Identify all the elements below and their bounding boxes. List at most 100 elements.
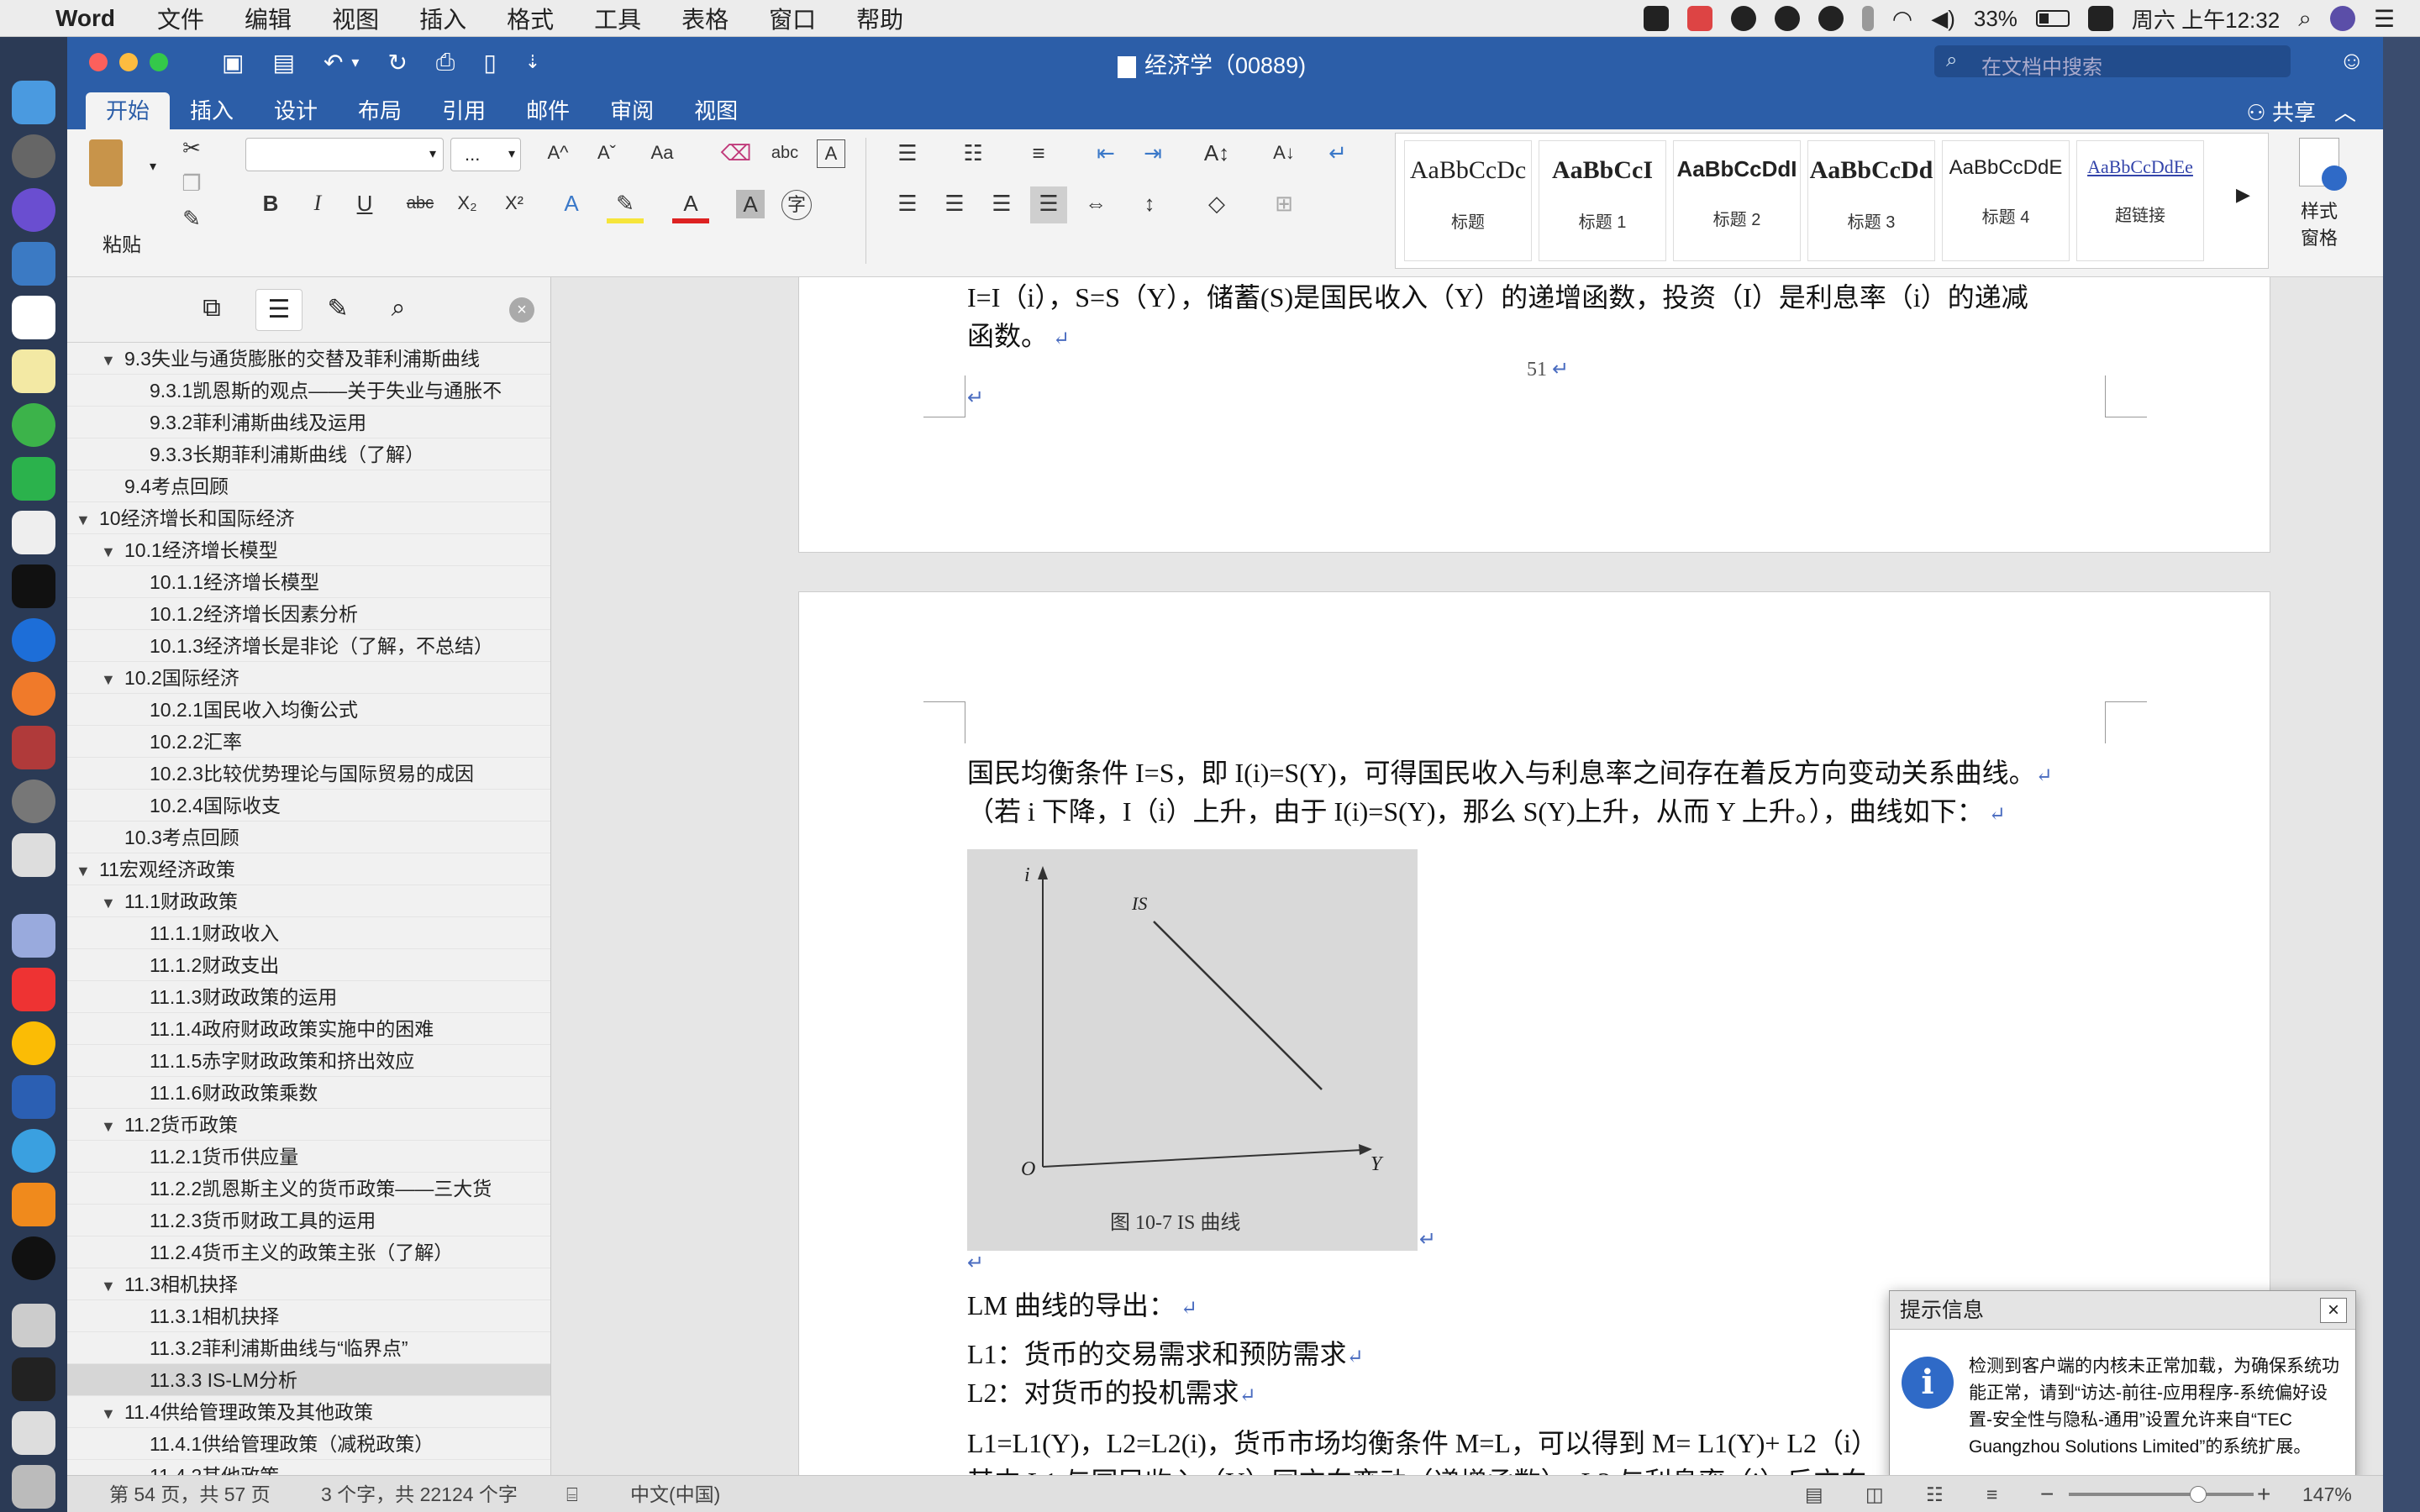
search-pane-icon[interactable]: ⌕ [381,294,415,328]
outline-item[interactable]: ▼ 11.1财政政策 [67,885,550,917]
vectorworks-icon[interactable] [1643,6,1669,31]
finder-icon[interactable] [12,81,55,124]
highlight-color-icon[interactable]: ✎ [607,186,644,223]
outline-item[interactable]: ▼ 10.1经济增长模型 [67,534,550,566]
wps-icon[interactable] [12,968,55,1011]
outline-item[interactable]: ▼ 11.4供给管理政策及其他政策 [67,1396,550,1428]
justify-button[interactable]: ☰ [1030,186,1067,223]
print-layout-icon[interactable]: ▤ [1805,1476,1823,1512]
language[interactable]: 中文(中国) [630,1476,720,1512]
thumbnails-icon[interactable]: ⧉ [195,294,229,328]
style-heading-2[interactable]: AaBbCcDdI 标题 2 [1673,140,1801,261]
outline-item[interactable]: 10.2.1国民收入均衡公式 [67,694,550,726]
outline-item[interactable]: 11.1.3财政政策的运用 [67,981,550,1013]
outline-item[interactable]: 11.2.3货币财政工具的运用 [67,1205,550,1236]
format-painter-icon[interactable]: ✎ [173,202,210,239]
outline-item[interactable]: ▼ 11.2货币政策 [67,1109,550,1141]
change-case-icon[interactable]: Aa [644,136,681,173]
downloads-icon[interactable] [12,1411,55,1455]
font-color-icon[interactable]: A [672,186,709,223]
outline-item[interactable]: 11.2.2凯恩斯主义的货币政策——三大货 [67,1173,550,1205]
distributed-button[interactable]: ⇔ [1077,186,1114,223]
tab-design[interactable]: 设计 [254,92,338,129]
tab-insert[interactable]: 插入 [170,92,254,129]
proofing-icon[interactable]: ⌸ [566,1476,578,1512]
outline-view-status-icon[interactable]: ☷ [1926,1476,1944,1512]
siri-dock-icon[interactable] [12,188,55,232]
dictionary-icon[interactable] [12,726,55,769]
style-title[interactable]: AaBbCcDc 标题 [1404,140,1532,261]
sublime-icon[interactable] [12,1183,55,1226]
archive-icon[interactable] [12,1304,55,1347]
zoom-level[interactable]: 147% [2302,1476,2352,1512]
numbering-icon[interactable]: ☷ [955,136,992,173]
show-formatting-icon[interactable]: ↵ [1319,136,1356,173]
bluetooth-icon[interactable] [1861,6,1874,31]
doc-line[interactable]: LM 曲线的导出： ↵ [967,1284,1197,1323]
bell-icon[interactable] [1730,6,1756,31]
collapse-ribbon-icon[interactable]: ︿ [2334,100,2356,125]
doc-line[interactable]: I=I（i），S=S（Y），储蓄(S)是国民收入（Y）的递增函数，投资（I）是利… [967,277,2028,315]
doc-line[interactable]: 其中 L1 与国民收入（Y）同方向变动（递增函数），L2 与利息率（i）反方向 [967,1461,1867,1475]
shrink-font-icon[interactable]: Aˇ [588,136,625,173]
clear-formatting-icon[interactable]: ⌫ [718,136,755,173]
qq-icon[interactable] [12,1236,55,1280]
outline-item[interactable]: 11.3.1相机抉择 [67,1300,550,1332]
volume-icon[interactable]: ◀) [1931,6,1955,32]
outline-item[interactable]: 10.3考点回顾 [67,822,550,853]
menu-file[interactable]: 文件 [157,2,204,35]
print-icon[interactable]: ⎙ [436,49,455,76]
decrease-indent-icon[interactable]: ⇤ [1087,136,1124,173]
draft-view-icon[interactable]: ≡ [1986,1476,1997,1512]
minimize-window-button[interactable] [119,53,138,71]
outline-item[interactable]: 11.1.1财政收入 [67,917,550,949]
notification-center-icon[interactable]: ☰ [2374,5,2395,33]
align-left-button[interactable]: ☰ [889,186,926,223]
calendar-icon[interactable] [12,296,55,339]
outline-item[interactable]: 9.3.1凯恩斯的观点——关于失业与通胀不 [67,375,550,407]
tab-review[interactable]: 审阅 [590,92,674,129]
doc-line[interactable]: 国民均衡条件 I=S，即 I(i)=S(Y)，可得国民收入与利息率之间存在着反方… [967,752,2053,790]
outline-item[interactable]: 9.3.2菲利浦斯曲线及运用 [67,407,550,438]
system-preferences-icon[interactable] [12,780,55,823]
expand-toggle-icon[interactable]: ▼ [101,664,124,693]
outline-item[interactable]: 11.2.4货币主义的政策主张（了解） [67,1236,550,1268]
align-right-button[interactable]: ☰ [983,186,1020,223]
clock[interactable]: 周六 上午12:32 [2132,3,2280,34]
outline-item[interactable]: 11.1.4政府财政政策实施中的困难 [67,1013,550,1045]
qq-browser-icon[interactable] [12,1129,55,1173]
outline-item[interactable]: ▼ 11.3相机抉择 [67,1268,550,1300]
share-button[interactable]: ⚇ 共享 ︿ [2246,96,2356,127]
enclose-characters-icon[interactable]: 字 [781,190,812,220]
textedit-icon[interactable] [12,511,55,554]
save-icon[interactable]: ▤ [272,49,294,76]
doc-line[interactable]: 函数。 ↵ [967,315,1070,354]
character-shading-icon[interactable]: A [736,190,765,218]
expand-toggle-icon[interactable]: ▼ [101,1398,124,1427]
spotlight-icon[interactable]: ⌕ [2298,5,2312,33]
style-heading-1[interactable]: AaBbCcI 标题 1 [1539,140,1666,261]
expand-toggle-icon[interactable]: ▼ [76,855,99,885]
superscript-button[interactable]: X² [496,186,533,223]
doc-line[interactable]: L1=L1(Y)，L2=L2(i)，货币市场均衡条件 M=L，可以得到 M= L… [967,1422,1878,1461]
smiley-feedback-icon[interactable]: ☺ [2338,47,2365,76]
tab-references[interactable]: 引用 [422,92,506,129]
menu-format[interactable]: 格式 [507,2,554,35]
style-heading-4[interactable]: AaBbCcDdE 标题 4 [1942,140,2070,261]
chrome-icon[interactable] [12,1021,55,1065]
line-spacing-icon[interactable]: ↕ [1131,186,1168,223]
align-center-button[interactable]: ☰ [936,186,973,223]
word-icon[interactable] [12,1075,55,1119]
outline-item[interactable]: 11.4.1供给管理政策（减税政策） [67,1428,550,1460]
undo-icon[interactable]: ↶ [324,49,343,76]
styles-pane-button[interactable]: 样式 窗格 [2286,138,2353,272]
sort-icon[interactable]: A↓ [1265,136,1302,173]
display-icon[interactable] [12,1357,55,1401]
strikethrough-button[interactable]: abc [402,186,439,223]
character-border-icon[interactable]: A [817,139,845,168]
page-count[interactable]: 第 54 页，共 57 页 [109,1476,271,1512]
menu-window[interactable]: 窗口 [769,2,816,35]
subscript-button[interactable]: X₂ [449,186,486,223]
tab-home[interactable]: 开始 [86,92,171,129]
expand-toggle-icon[interactable]: ▼ [101,344,124,374]
